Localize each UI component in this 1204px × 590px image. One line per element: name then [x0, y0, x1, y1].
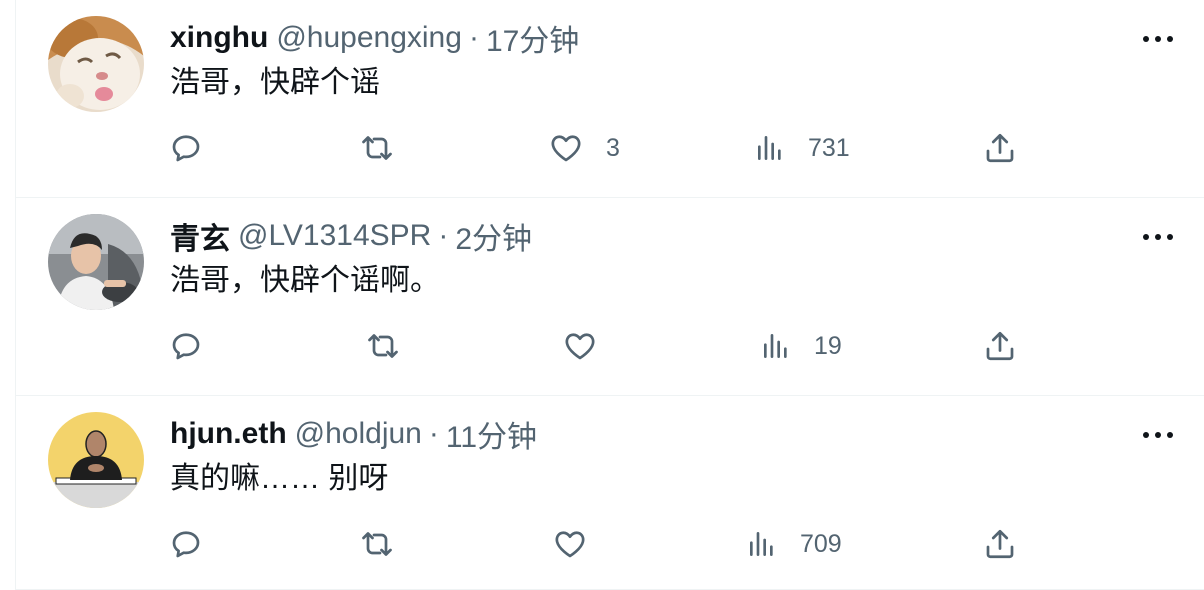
- cartoon-person-avatar-image: [48, 412, 144, 508]
- reply-icon: [172, 333, 200, 360]
- separator-dot: ·: [438, 219, 449, 252]
- tweet-text: 浩哥，快辟个谣啊。: [170, 264, 440, 297]
- tweet[interactable]: 青玄 @LV1314SPR · 2分钟 浩哥，快辟个谣啊。 19: [16, 198, 1204, 396]
- user-handle[interactable]: @hupengxing: [276, 21, 462, 55]
- like-button[interactable]: 3: [548, 128, 620, 168]
- share-icon: [986, 133, 1014, 163]
- like-button[interactable]: [562, 326, 620, 366]
- heart-icon: [555, 531, 585, 558]
- tweet-actions: 19: [16, 326, 1204, 366]
- reply-button[interactable]: [168, 128, 204, 168]
- view-count: 709: [800, 529, 842, 558]
- share-icon: [986, 331, 1014, 361]
- view-count: 731: [808, 133, 850, 162]
- user-handle[interactable]: @LV1314SPR: [238, 219, 431, 253]
- avatar[interactable]: [48, 214, 144, 310]
- timestamp[interactable]: 11分钟: [446, 412, 537, 456]
- views-button[interactable]: 731: [754, 128, 850, 168]
- more-button[interactable]: [1138, 222, 1178, 252]
- retweet-button[interactable]: [358, 128, 396, 168]
- timestamp[interactable]: 2分钟: [455, 214, 532, 258]
- views-icon: [758, 136, 781, 160]
- display-name[interactable]: hjun.eth: [170, 417, 287, 451]
- share-button[interactable]: [982, 524, 1018, 564]
- views-button[interactable]: 19: [760, 326, 842, 366]
- more-icon: [1143, 234, 1173, 240]
- more-button[interactable]: [1138, 420, 1178, 450]
- heart-icon: [551, 135, 581, 162]
- reply-icon: [172, 531, 200, 558]
- tweet[interactable]: hjun.eth @holdjun · 11分钟 真的嘛…… 别呀 709: [16, 396, 1204, 590]
- like-button[interactable]: [552, 524, 610, 564]
- retweet-button[interactable]: [358, 524, 396, 564]
- views-icon: [764, 334, 787, 358]
- user-handle[interactable]: @holdjun: [295, 417, 422, 451]
- tweet-header: xinghu @hupengxing · 17分钟: [170, 20, 579, 58]
- tweet-actions: 3 731: [16, 128, 1204, 168]
- display-name[interactable]: xinghu: [170, 21, 268, 55]
- man-in-car-avatar-image: [48, 214, 144, 310]
- display-name[interactable]: 青玄: [170, 214, 230, 258]
- more-icon: [1143, 36, 1173, 42]
- more-icon: [1143, 432, 1173, 438]
- tweet-header: 青玄 @LV1314SPR · 2分钟: [170, 218, 532, 256]
- tweet-text: 浩哥，快辟个谣: [170, 66, 380, 99]
- reply-icon: [172, 135, 200, 162]
- views-button[interactable]: 709: [746, 524, 842, 564]
- like-count: 3: [606, 133, 620, 162]
- tweet[interactable]: xinghu @hupengxing · 17分钟 浩哥，快辟个谣 3 731: [16, 0, 1204, 198]
- separator-dot: ·: [428, 417, 439, 450]
- avatar[interactable]: [48, 412, 144, 508]
- timestamp[interactable]: 17分钟: [486, 16, 579, 60]
- separator-dot: ·: [468, 21, 479, 54]
- cat-avatar-image: [48, 16, 144, 112]
- share-button[interactable]: [982, 326, 1018, 366]
- view-count: 19: [814, 331, 842, 360]
- views-icon: [750, 532, 773, 556]
- retweet-icon: [368, 334, 398, 358]
- share-button[interactable]: [982, 128, 1018, 168]
- share-icon: [986, 529, 1014, 559]
- retweet-button[interactable]: [364, 326, 402, 366]
- heart-icon: [565, 333, 595, 360]
- tweet-header: hjun.eth @holdjun · 11分钟: [170, 416, 537, 454]
- reply-button[interactable]: [168, 326, 204, 366]
- reply-button[interactable]: [168, 524, 204, 564]
- tweet-text: 真的嘛…… 别呀: [170, 462, 389, 495]
- retweet-icon: [362, 136, 392, 160]
- more-button[interactable]: [1138, 24, 1178, 54]
- tweet-actions: 709: [16, 524, 1204, 564]
- avatar[interactable]: [48, 16, 144, 112]
- retweet-icon: [362, 532, 392, 556]
